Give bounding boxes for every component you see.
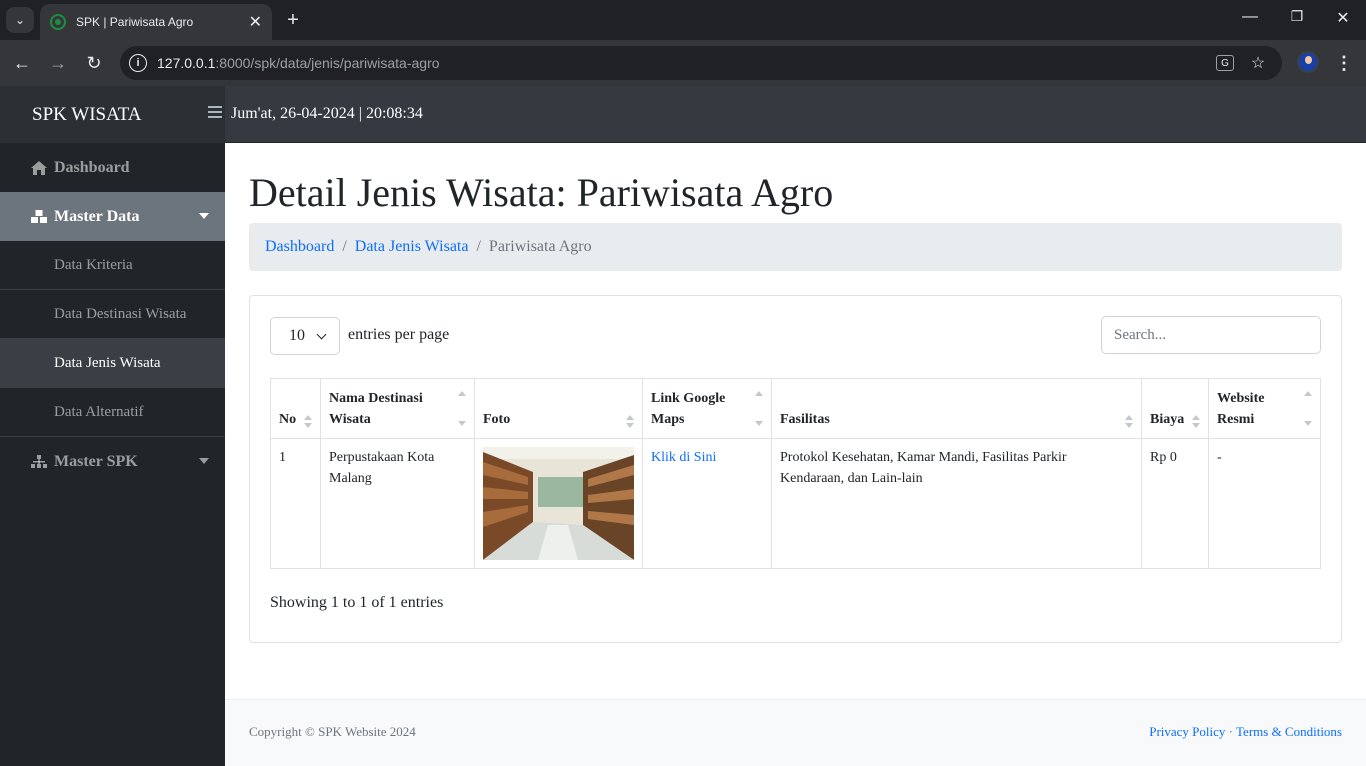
sidebar: Dashboard Master Data Data Kriteria Data… <box>0 143 225 766</box>
home-icon <box>30 160 48 176</box>
cell-no: 1 <box>270 438 321 569</box>
sort-down-icon <box>1125 423 1133 428</box>
favicon-icon <box>50 14 66 30</box>
bookmark-star-icon[interactable]: ☆ <box>1248 53 1268 73</box>
site-info-icon[interactable]: i <box>129 54 147 72</box>
google-maps-link[interactable]: Klik di Sini <box>651 450 716 465</box>
sitemap-icon <box>30 454 48 470</box>
sort-up-icon <box>1192 415 1200 420</box>
breadcrumb-separator: / <box>476 238 481 255</box>
sidebar-item-master-spk[interactable]: Master SPK <box>0 437 225 486</box>
caret-down-icon <box>199 458 209 464</box>
sort-up-icon <box>458 391 466 396</box>
sidebar-item-label: Dashboard <box>54 158 130 176</box>
datatable-card: 10 entries per page No Nama Destinasi Wi… <box>249 295 1342 643</box>
data-table: No Nama Destinasi Wisata Foto Link Googl… <box>270 378 1321 569</box>
tab-title: SPK | Pariwisata Agro <box>76 15 194 29</box>
terms-conditions-link[interactable]: Terms & Conditions <box>1236 724 1342 739</box>
sidebar-item-data-jenis-wisata[interactable]: Data Jenis Wisata <box>0 339 225 388</box>
cell-website: - <box>1208 438 1321 569</box>
sort-down-icon <box>304 423 312 428</box>
close-window-button[interactable]: ✕ <box>1330 8 1356 28</box>
footer: Copyright © SPK Website 2024 Privacy Pol… <box>225 699 1366 766</box>
sort-down-icon <box>1304 421 1312 426</box>
sort-up-icon <box>1125 415 1133 420</box>
sidebar-item-master-data[interactable]: Master Data <box>0 192 225 241</box>
sort-down-icon <box>1192 423 1200 428</box>
cubes-icon <box>30 209 48 225</box>
table-info: Showing 1 to 1 of 1 entries <box>270 594 444 611</box>
breadcrumb-data-jenis-wisata[interactable]: Data Jenis Wisata <box>355 238 469 256</box>
sort-up-icon <box>626 415 634 420</box>
cell-nama: Perpustakaan Kota Malang <box>320 438 475 569</box>
sort-up-icon <box>304 415 312 420</box>
breadcrumb-dashboard[interactable]: Dashboard <box>265 238 334 256</box>
footer-separator: · <box>1228 724 1233 739</box>
sidebar-item-label: Master SPK <box>54 452 138 470</box>
breadcrumb-separator: / <box>342 238 347 255</box>
cell-foto <box>474 438 643 569</box>
address-bar[interactable]: i 127.0.0.1:8000/spk/data/jenis/pariwisa… <box>120 46 1282 80</box>
table-row: 1 Perpustakaan Kota Malang Klik di Sini … <box>270 438 1321 569</box>
sidebar-item-label: Master Data <box>54 207 140 225</box>
browser-tab[interactable]: SPK | Pariwisata Agro ✕ <box>40 4 272 40</box>
main-content: Detail Jenis Wisata: Pariwisata Agro Das… <box>225 143 1366 766</box>
sidebar-item-data-destinasi-wisata[interactable]: Data Destinasi Wisata <box>0 290 225 339</box>
forward-arrow-icon[interactable]: → <box>46 51 70 75</box>
browser-toolbar: ← → ↻ i 127.0.0.1:8000/spk/data/jenis/pa… <box>0 40 1366 86</box>
sort-up-icon <box>1304 391 1312 396</box>
cell-biaya: Rp 0 <box>1141 438 1209 569</box>
browser-menu-icon[interactable]: ⋮ <box>1334 51 1354 75</box>
sidebar-item-dashboard[interactable]: Dashboard <box>0 143 225 192</box>
translate-icon[interactable]: G <box>1216 55 1234 71</box>
sort-down-icon <box>626 423 634 428</box>
cell-link: Klik di Sini <box>642 438 772 569</box>
page-title: Detail Jenis Wisata: Pariwisata Agro <box>249 170 834 215</box>
reload-icon[interactable]: ↻ <box>82 51 106 75</box>
breadcrumb: Dashboard / Data Jenis Wisata / Pariwisa… <box>249 223 1342 271</box>
caret-down-icon <box>199 213 209 219</box>
sort-up-icon <box>755 391 763 396</box>
profile-avatar[interactable] <box>1297 51 1319 73</box>
sort-down-icon <box>755 421 763 426</box>
minimize-button[interactable]: — <box>1237 8 1263 26</box>
sidebar-toggle-icon[interactable] <box>208 106 222 120</box>
cell-fasilitas: Protokol Kesehatan, Kamar Mandi, Fasilit… <box>771 438 1142 569</box>
back-arrow-icon[interactable]: ← <box>10 51 34 75</box>
tab-close-icon[interactable]: ✕ <box>249 12 262 32</box>
brand-logo[interactable]: SPK WISATA <box>0 86 225 143</box>
browser-tab-strip: ⌄ SPK | Pariwisata Agro ✕ + — ❐ ✕ <box>0 0 1366 40</box>
url-text[interactable]: 127.0.0.1:8000/spk/data/jenis/pariwisata… <box>157 55 440 71</box>
column-header-biaya[interactable]: Biaya <box>1141 378 1209 439</box>
column-header-fasilitas[interactable]: Fasilitas <box>771 378 1142 439</box>
column-header-nama[interactable]: Nama Destinasi Wisata <box>320 378 475 439</box>
privacy-policy-link[interactable]: Privacy Policy <box>1149 724 1225 739</box>
datetime-display: Jum'at, 26-04-2024 | 20:08:34 <box>231 105 423 122</box>
column-header-link[interactable]: Link Google Maps <box>642 378 772 439</box>
chevron-down-icon <box>316 329 327 340</box>
new-tab-button[interactable]: + <box>282 7 304 33</box>
column-header-no[interactable]: No <box>270 378 321 439</box>
sidebar-item-data-kriteria[interactable]: Data Kriteria <box>0 241 225 290</box>
sort-down-icon <box>458 421 466 426</box>
destination-photo <box>483 447 634 560</box>
footer-links: Privacy Policy · Terms & Conditions <box>1149 724 1342 740</box>
maximize-button[interactable]: ❐ <box>1284 8 1310 25</box>
top-navbar: SPK WISATA Jum'at, 26-04-2024 | 20:08:34 <box>0 86 1366 143</box>
breadcrumb-current: Pariwisata Agro <box>488 238 592 255</box>
per-page-label: entries per page <box>348 326 450 343</box>
copyright-text: Copyright © SPK Website 2024 <box>249 724 416 739</box>
entries-per-page-select[interactable]: 10 <box>270 317 340 355</box>
sidebar-item-data-alternatif[interactable]: Data Alternatif <box>0 388 225 437</box>
search-input[interactable] <box>1101 316 1321 354</box>
column-header-website[interactable]: Website Resmi <box>1208 378 1321 439</box>
column-header-foto[interactable]: Foto <box>474 378 643 439</box>
per-page-value: 10 <box>289 327 305 344</box>
tab-search-button[interactable]: ⌄ <box>6 7 34 33</box>
